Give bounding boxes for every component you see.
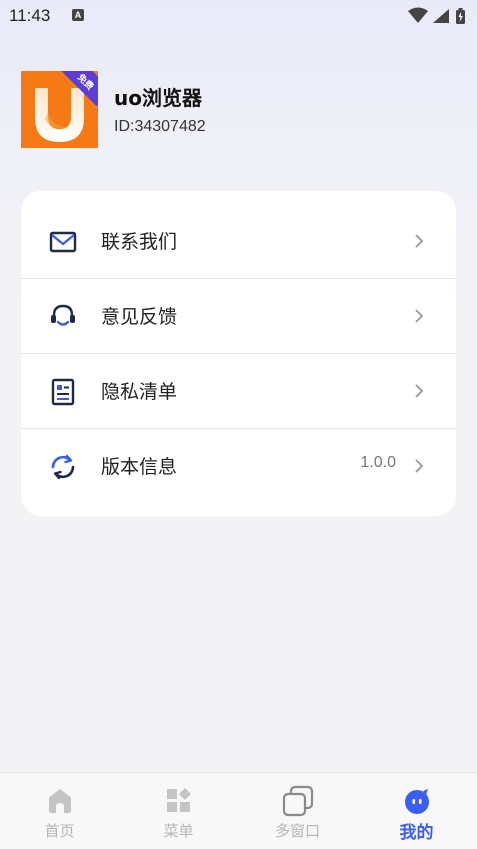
menu-item-feedback[interactable]: 意见反馈 — [21, 278, 456, 353]
document-list-icon — [51, 378, 75, 406]
tab-home[interactable]: 首页 — [0, 773, 119, 849]
chevron-right-icon — [415, 384, 424, 398]
bottom-tab-bar: 首页 菜单 多窗口 我的 — [0, 772, 477, 849]
grid-icon — [167, 788, 191, 812]
chevron-right-icon — [415, 309, 424, 323]
tab-label: 多窗口 — [274, 822, 320, 840]
tab-mine[interactable]: 我的 — [357, 773, 476, 849]
tab-label: 我的 — [399, 823, 434, 843]
headset-icon — [51, 304, 75, 326]
profile-header: 免费 uo浏览器 ID:34307482 — [21, 71, 441, 151]
menu-label: 版本信息 — [101, 456, 178, 478]
menu-item-version[interactable]: 版本信息 1.0.0 — [21, 428, 456, 503]
tab-windows[interactable]: 多窗口 — [238, 773, 357, 849]
status-bar: 11:43 A — [0, 0, 477, 32]
tab-label: 菜单 — [163, 822, 194, 840]
app-logo: 免费 — [21, 71, 98, 148]
menu-label: 意见反馈 — [101, 306, 178, 328]
home-icon — [49, 789, 71, 813]
mail-icon — [49, 231, 77, 253]
status-time: 11:43 — [9, 6, 51, 25]
battery-icon — [456, 8, 465, 24]
notification-icon: A — [72, 9, 84, 21]
windows-icon — [282, 785, 314, 817]
status-icons — [408, 7, 465, 24]
version-value: 1.0.0 — [360, 454, 396, 471]
menu-item-contact[interactable]: 联系我们 — [21, 203, 456, 278]
tab-menu[interactable]: 菜单 — [119, 773, 238, 849]
profile-face-icon — [405, 789, 429, 814]
menu-label: 隐私清单 — [101, 381, 178, 403]
chevron-right-icon — [415, 234, 424, 248]
app-name: uo浏览器 — [114, 86, 202, 110]
settings-card: 联系我们 意见反馈 隐私清单 版本信息 1.0.0 — [21, 191, 456, 516]
wifi-icon — [408, 7, 428, 23]
tab-label: 首页 — [44, 822, 75, 840]
app-id: ID:34307482 — [114, 118, 206, 135]
chevron-right-icon — [415, 459, 424, 473]
refresh-icon — [51, 454, 75, 480]
menu-label: 联系我们 — [101, 231, 178, 253]
menu-item-privacy[interactable]: 隐私清单 — [21, 353, 456, 428]
signal-icon — [433, 9, 449, 23]
